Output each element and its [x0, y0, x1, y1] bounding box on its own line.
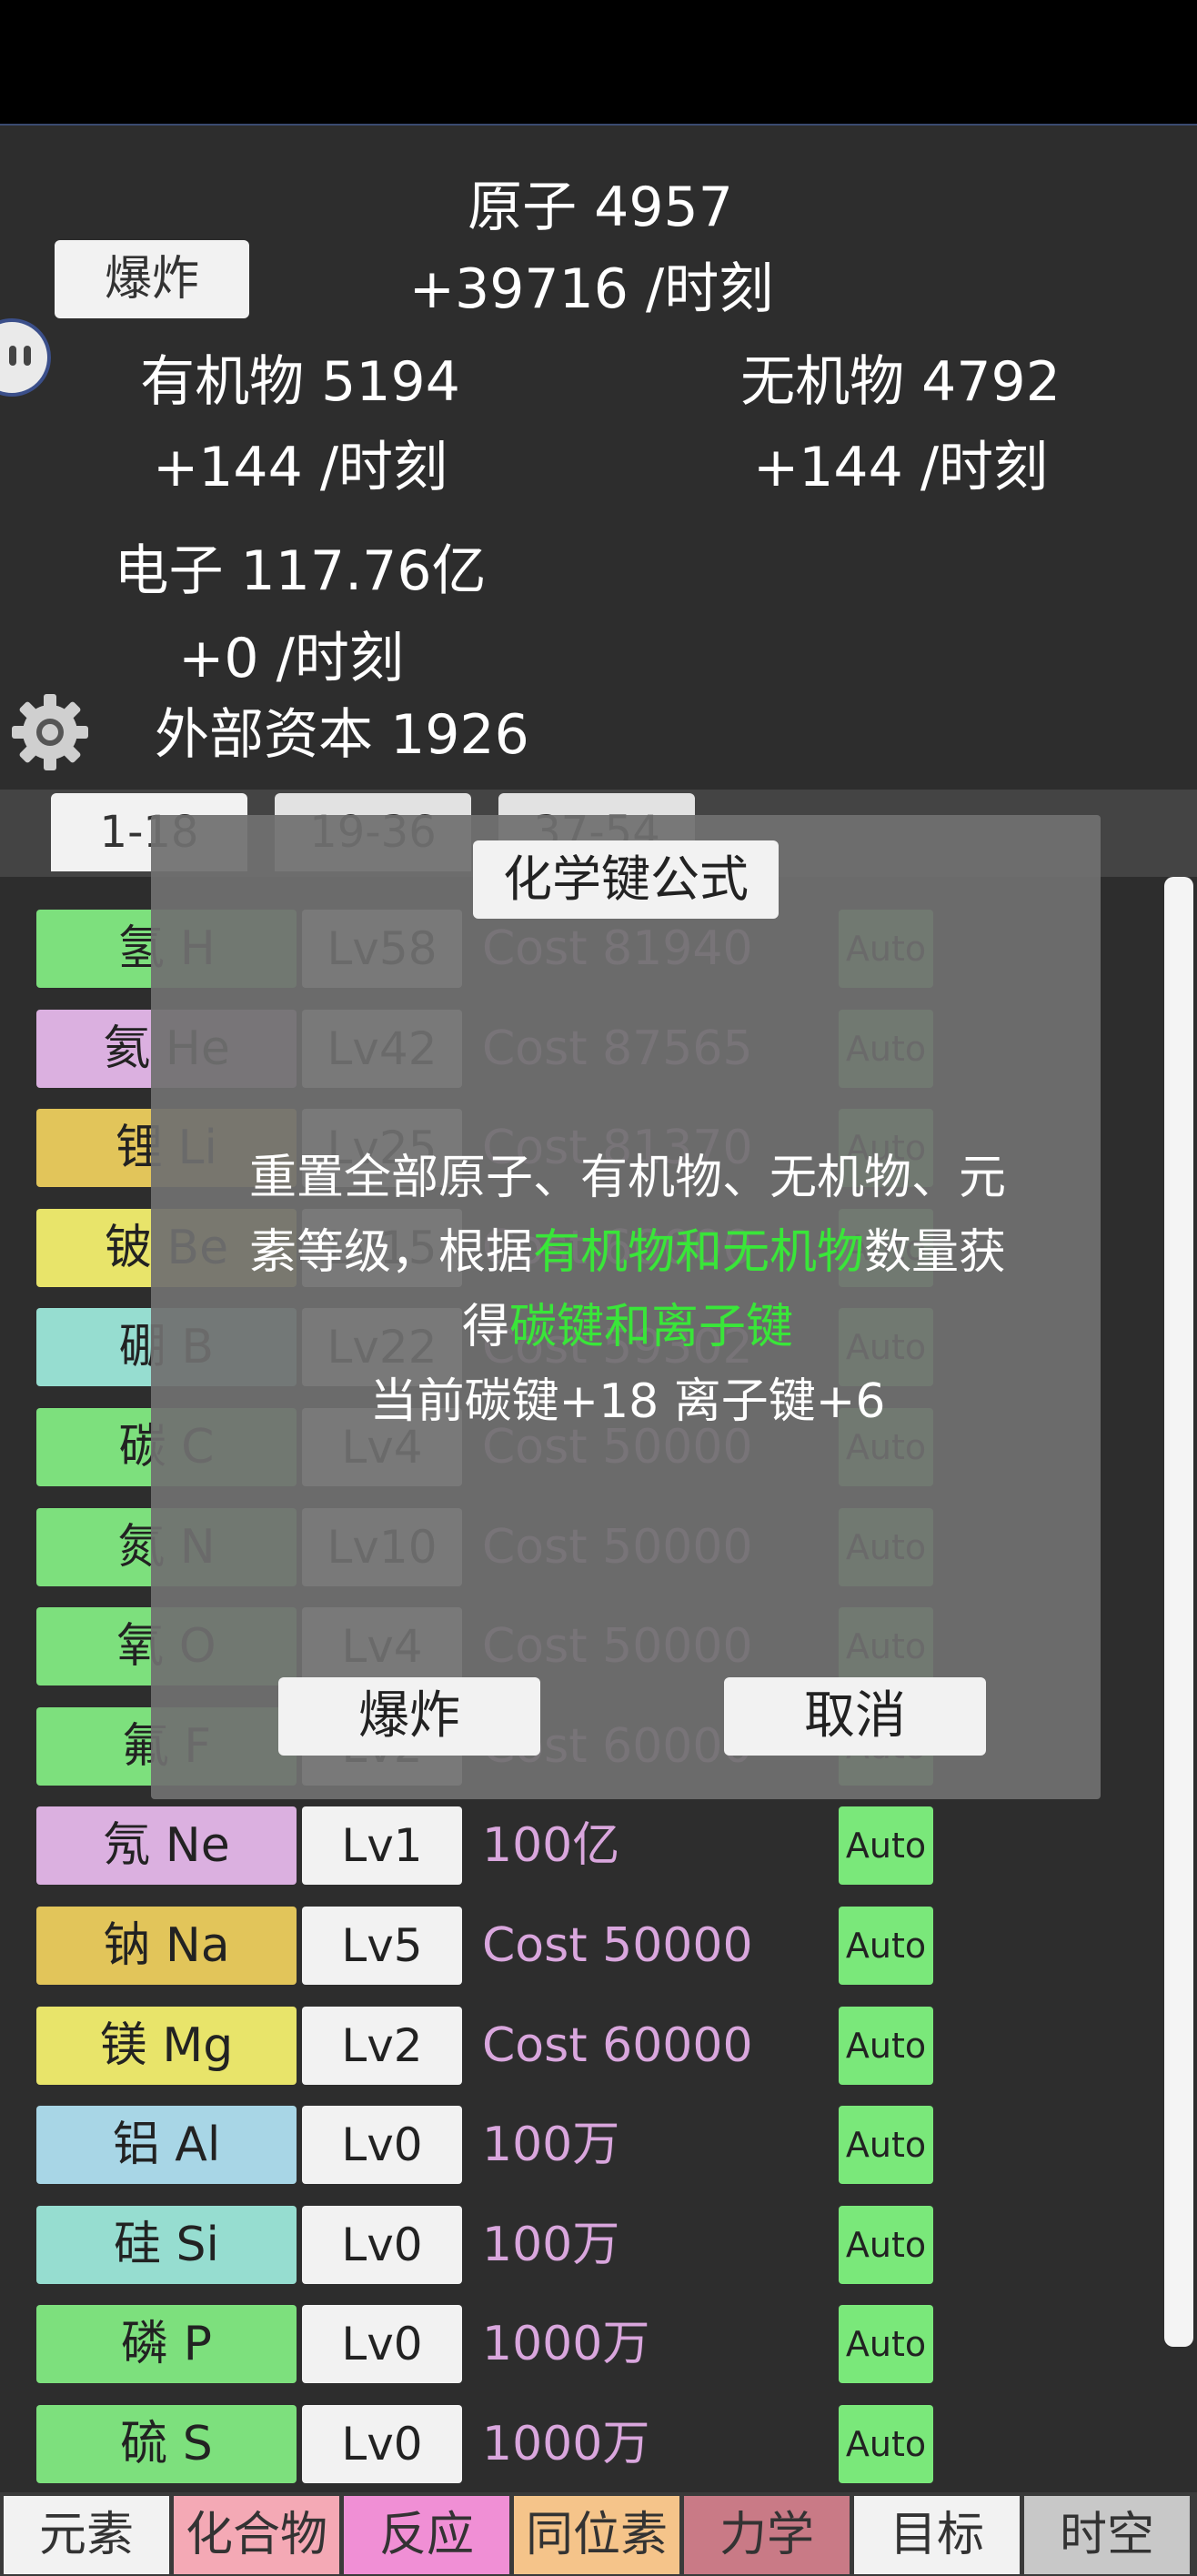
- element-cost: Cost 60000: [482, 2018, 753, 2073]
- auto-toggle-button[interactable]: Auto: [839, 2305, 933, 2384]
- element-name[interactable]: 铝 Al: [36, 2106, 297, 2185]
- auto-toggle-button[interactable]: Auto: [839, 2106, 933, 2185]
- element-cost: 1000万: [482, 2317, 650, 2372]
- element-row: 硫 S Lv0 1000万 Auto: [36, 2405, 946, 2483]
- dialog-cancel-button[interactable]: 取消: [724, 1677, 986, 1756]
- external-capital: 外部资本 1926: [155, 703, 529, 767]
- element-name[interactable]: 钠 Na: [36, 1907, 297, 1985]
- auto-toggle-button[interactable]: Auto: [839, 2006, 933, 2085]
- electrons-rate: +0 /时刻: [178, 627, 404, 690]
- element-level[interactable]: Lv2: [302, 2006, 462, 2085]
- element-cost: Cost 50000: [482, 1918, 753, 1973]
- nav-tab-spacetime[interactable]: 时空: [1024, 2496, 1190, 2574]
- element-row: 铝 Al Lv0 100万 Auto: [36, 2106, 946, 2185]
- element-cost: 100万: [482, 2217, 620, 2272]
- nav-tab-goals[interactable]: 目标: [854, 2496, 1020, 2574]
- explode-button[interactable]: 爆炸: [55, 240, 249, 318]
- dialog-title: 化学键公式: [473, 840, 779, 919]
- element-name[interactable]: 硅 Si: [36, 2205, 297, 2284]
- gear-icon[interactable]: [9, 691, 91, 773]
- highlight-organic-inorganic: 有机物和无机物: [532, 1225, 864, 1280]
- dialog-line-1: 重置全部原子、有机物、无机物、元: [248, 1151, 1006, 1205]
- organic-rate: +144 /时刻: [152, 436, 448, 499]
- element-level[interactable]: Lv0: [302, 2405, 462, 2483]
- element-cost: 1000万: [482, 2417, 650, 2471]
- element-level[interactable]: Lv0: [302, 2205, 462, 2284]
- element-cost: 100万: [482, 2118, 620, 2173]
- element-row: 氖 Ne Lv1 100亿 Auto: [36, 1806, 946, 1886]
- element-row: 硅 Si Lv0 100万 Auto: [36, 2205, 946, 2284]
- element-row: 磷 P Lv0 1000万 Auto: [36, 2305, 946, 2384]
- element-name[interactable]: 磷 P: [36, 2305, 297, 2384]
- status-bar: [0, 0, 1197, 124]
- chat-bubble-icon[interactable]: [0, 318, 51, 397]
- nav-tab-elements[interactable]: 元素: [4, 2496, 169, 2574]
- auto-toggle-button[interactable]: Auto: [839, 1907, 933, 1985]
- dialog-line-3: 得碳键和离子键: [461, 1300, 794, 1354]
- inorganic-count: 无机物 4792: [740, 350, 1061, 414]
- element-name[interactable]: 氖 Ne: [36, 1806, 297, 1886]
- atoms-rate: +39716 /时刻: [408, 257, 774, 321]
- nav-tab-isotopes[interactable]: 同位素: [514, 2496, 679, 2574]
- nav-tab-reactions[interactable]: 反应: [344, 2496, 509, 2574]
- element-name[interactable]: 硫 S: [36, 2405, 297, 2483]
- highlight-bonds: 碳键和离子键: [509, 1300, 794, 1354]
- atoms-count: 原子 4957: [468, 176, 733, 239]
- nav-tab-mechanics[interactable]: 力学: [684, 2496, 850, 2574]
- element-level[interactable]: Lv0: [302, 2106, 462, 2185]
- element-level[interactable]: Lv0: [302, 2305, 462, 2384]
- dialog-line-2: 素等级，根据有机物和无机物数量获: [248, 1225, 1007, 1280]
- element-level[interactable]: Lv1: [302, 1806, 462, 1886]
- auto-toggle-button[interactable]: Auto: [839, 1806, 933, 1886]
- bottom-navigation: 元素 化合物 反应 同位素 力学 目标 时空: [0, 2492, 1197, 2576]
- organic-count: 有机物 5194: [140, 350, 460, 414]
- element-cost: 100亿: [482, 1818, 620, 1874]
- inorganic-rate: +144 /时刻: [752, 436, 1049, 499]
- element-name[interactable]: 镁 Mg: [36, 2006, 297, 2085]
- auto-toggle-button[interactable]: Auto: [839, 2205, 933, 2284]
- dialog-explode-button[interactable]: 爆炸: [278, 1677, 540, 1756]
- scrollbar[interactable]: [1164, 877, 1193, 2347]
- element-row: 镁 Mg Lv2 Cost 60000 Auto: [36, 2006, 946, 2085]
- element-row: 钠 Na Lv5 Cost 50000 Auto: [36, 1907, 946, 1985]
- nav-tab-compounds[interactable]: 化合物: [174, 2496, 339, 2574]
- electrons-count: 电子 117.76亿: [114, 539, 487, 603]
- element-level[interactable]: Lv5: [302, 1907, 462, 1985]
- resource-panel: 原子 4957 +39716 /时刻 爆炸 有机物 5194 +144 /时刻 …: [0, 124, 1197, 790]
- dialog-line-4: 当前碳键+18 离子键+6: [369, 1374, 886, 1429]
- dialog-message: 重置全部原子、有机物、无机物、元 素等级，根据有机物和无机物数量获 得碳键和离子…: [200, 1141, 1055, 1439]
- auto-toggle-button[interactable]: Auto: [839, 2405, 933, 2483]
